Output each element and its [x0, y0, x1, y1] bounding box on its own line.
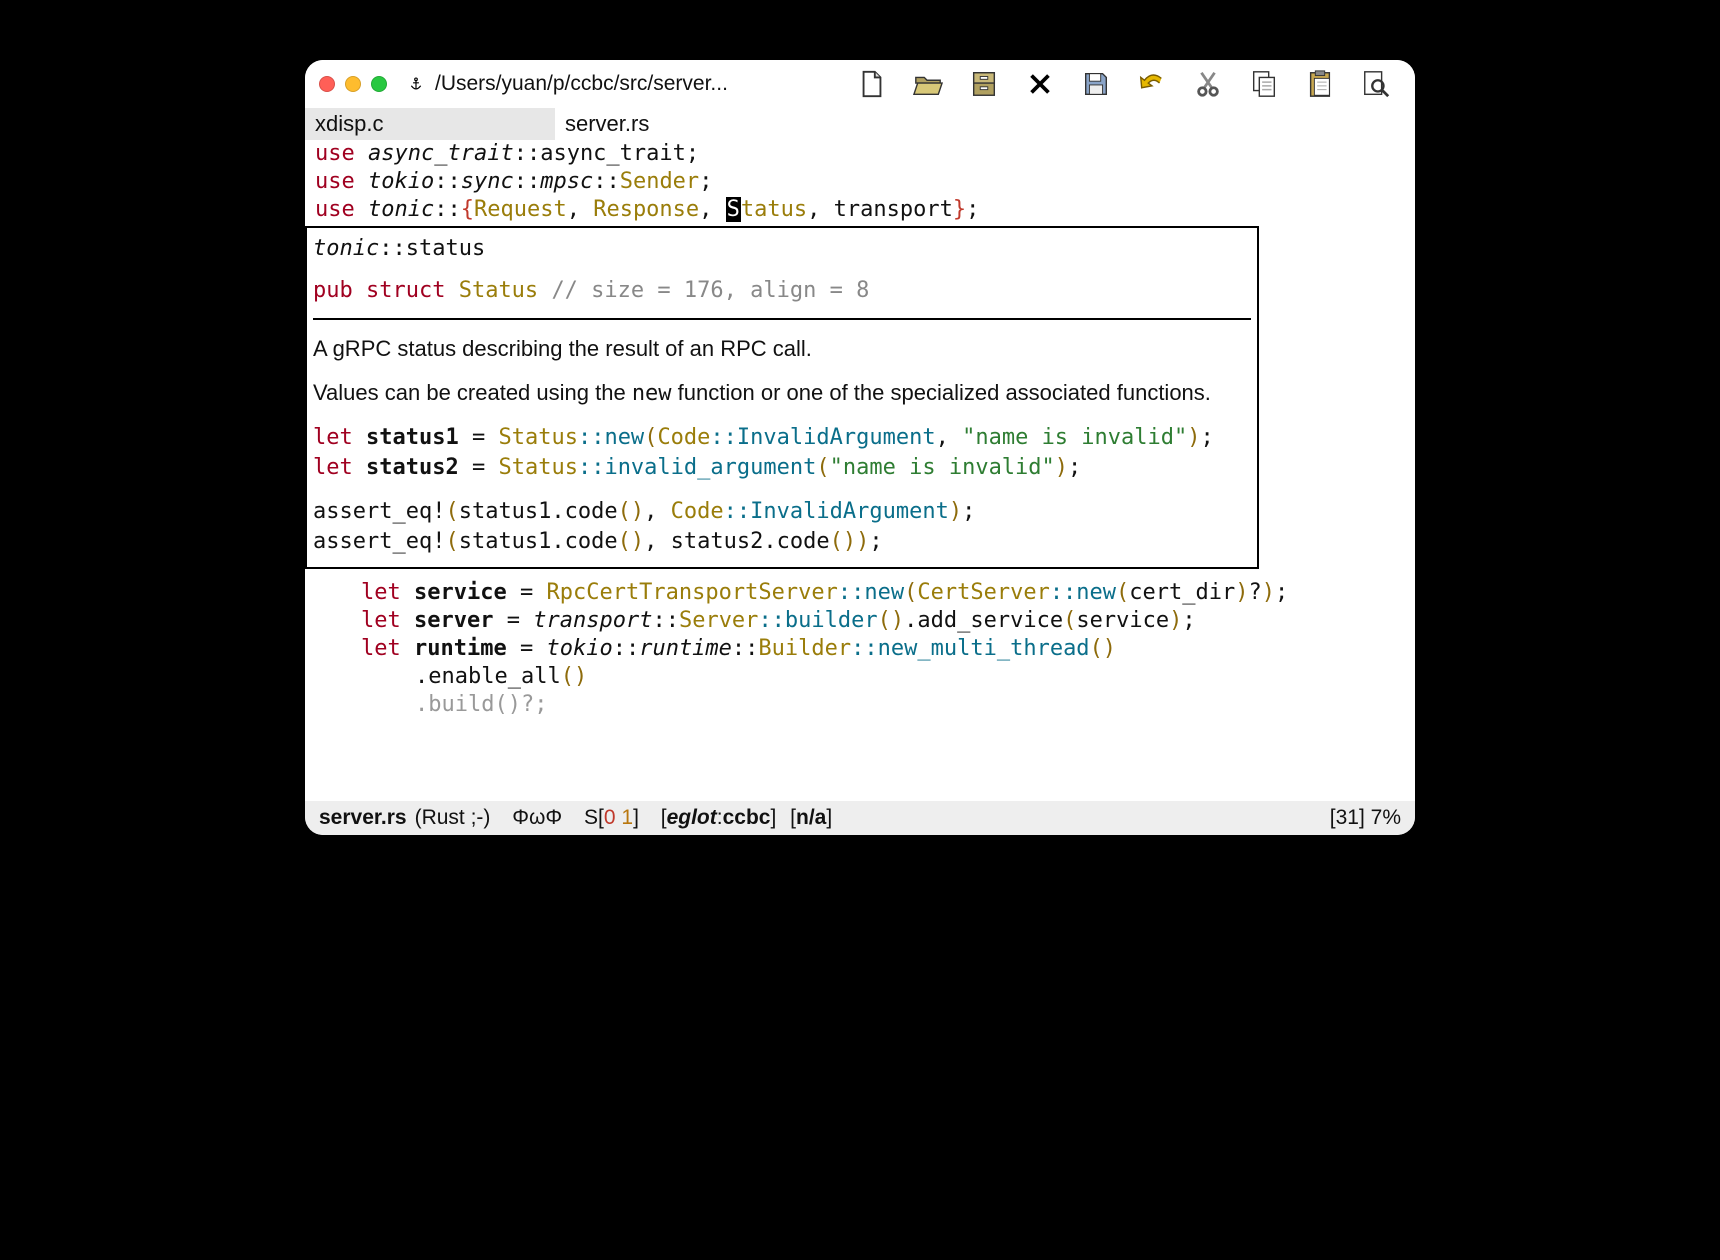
modified-indicator-icon [409, 77, 423, 91]
titlebar: /Users/yuan/p/ccbc/src/server... [305, 60, 1415, 108]
popup-signature: pub struct Status // size = 176, align =… [313, 276, 1251, 306]
code-line: use tokio::sync::mpsc::Sender; [305, 168, 1415, 196]
modeline: server.rs (Rust ;-) ΦωΦ S[0 1] [eglot:cc… [305, 801, 1415, 835]
minimize-window-button[interactable] [345, 76, 361, 92]
modeline-filename: server.rs [319, 806, 407, 830]
editor-area[interactable]: use async_trait::async_trait; use tokio:… [305, 140, 1415, 801]
popup-divider [313, 318, 1251, 320]
copy-icon [1249, 69, 1279, 99]
popup-path: tonic::status [313, 234, 1251, 264]
tab-server[interactable]: server.rs [555, 108, 805, 140]
paste-icon [1305, 69, 1335, 99]
popup-example-line: let status1 = Status::new(Code::InvalidA… [313, 423, 1251, 453]
text-cursor: S [726, 197, 741, 222]
search-icon [1361, 69, 1391, 99]
close-window-button[interactable] [319, 76, 335, 92]
code-line-cutoff: .build()?; [305, 691, 1415, 719]
window-title: /Users/yuan/p/ccbc/src/server... [435, 72, 728, 96]
code-below-popup: let service = RpcCertTransportServer::ne… [305, 569, 1415, 719]
tab-bar: xdisp.c server.rs [305, 108, 1415, 140]
modeline-major-mode: (Rust ;-) [415, 806, 491, 830]
modeline-face-icon: ΦωΦ [512, 806, 562, 830]
close-icon [1025, 69, 1055, 99]
new-file-icon [857, 69, 887, 99]
popup-doc-line: A gRPC status describing the result of a… [313, 334, 1251, 364]
close-file-button[interactable] [1023, 67, 1057, 101]
editor-window: /Users/yuan/p/ccbc/src/server... [305, 60, 1415, 835]
modeline-vc: [n/a] [784, 806, 832, 830]
traffic-lights [319, 76, 387, 92]
popup-example-line: assert_eq!(status1.code(), status2.code(… [313, 527, 1251, 557]
archive-icon [969, 69, 999, 99]
zoom-window-button[interactable] [371, 76, 387, 92]
modeline-flycheck: S[0 1] [584, 806, 639, 830]
save-icon [1081, 69, 1111, 99]
code-line: use async_trait::async_trait; [305, 140, 1415, 168]
search-button[interactable] [1359, 67, 1393, 101]
popup-doc-line: Values can be created using the new func… [313, 378, 1251, 409]
cut-icon [1193, 69, 1223, 99]
open-folder-button[interactable] [911, 67, 945, 101]
archive-button[interactable] [967, 67, 1001, 101]
toolbar [855, 67, 1401, 101]
modeline-position: [31] 7% [1330, 806, 1401, 830]
popup-example-line: assert_eq!(status1.code(), Code::Invalid… [313, 497, 1251, 527]
undo-button[interactable] [1135, 67, 1169, 101]
code-line: let server = transport::Server::builder(… [305, 607, 1415, 635]
popup-example-line: let status2 = Status::invalid_argument("… [313, 453, 1251, 483]
cut-button[interactable] [1191, 67, 1225, 101]
code-line: use tonic::{Request, Response, Status, t… [305, 196, 1415, 224]
undo-icon [1137, 69, 1167, 99]
paste-button[interactable] [1303, 67, 1337, 101]
copy-button[interactable] [1247, 67, 1281, 101]
modeline-eglot: [eglot:ccbc] [661, 806, 777, 830]
hover-doc-popup: tonic::status pub struct Status // size … [305, 226, 1259, 569]
new-file-button[interactable] [855, 67, 889, 101]
open-folder-icon [913, 69, 943, 99]
code-line: let service = RpcCertTransportServer::ne… [305, 579, 1415, 607]
code-line: let runtime = tokio::runtime::Builder::n… [305, 635, 1415, 663]
code-line: .enable_all() [305, 663, 1415, 691]
save-button[interactable] [1079, 67, 1113, 101]
tab-xdisp[interactable]: xdisp.c [305, 108, 555, 140]
